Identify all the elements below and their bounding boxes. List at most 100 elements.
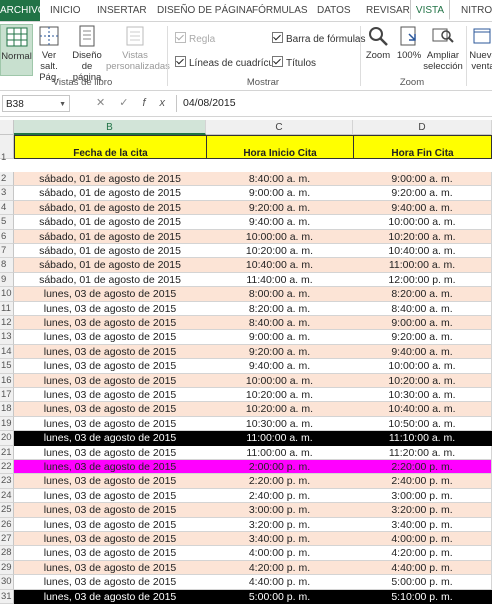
cell-hora-fin[interactable]: 11:00:00 a. m.: [353, 258, 492, 273]
row-number[interactable]: 2: [0, 172, 14, 187]
cell-hora-fin[interactable]: 12:00:00 p. m.: [353, 272, 492, 288]
row-number[interactable]: 19: [0, 416, 14, 432]
row-number[interactable]: 18: [0, 402, 14, 417]
cell-fecha[interactable]: sábado, 01 de agosto de 2015: [14, 229, 207, 244]
tab-archivo[interactable]: ARCHIVO: [0, 0, 46, 21]
cell-hora-inicio[interactable]: 2:00:00 p. m.: [206, 460, 354, 475]
cell-fecha[interactable]: lunes, 03 de agosto de 2015: [14, 344, 207, 360]
cell-hora-inicio[interactable]: 2:20:00 p. m.: [206, 474, 354, 489]
cell-hora-fin[interactable]: 10:20:00 a. m.: [353, 229, 492, 244]
cell-hora-inicio[interactable]: 8:20:00 a. m.: [206, 301, 354, 316]
row-number[interactable]: 9: [0, 272, 14, 288]
cell-hora-inicio[interactable]: 9:20:00 a. m.: [206, 344, 354, 360]
cell-hora-inicio[interactable]: 4:40:00 p. m.: [206, 575, 354, 590]
cell-fecha[interactable]: lunes, 03 de agosto de 2015: [14, 532, 207, 547]
cell-hora-fin[interactable]: 10:40:00 a. m.: [353, 244, 492, 259]
cell-fecha[interactable]: lunes, 03 de agosto de 2015: [14, 330, 207, 345]
cell-hora-fin[interactable]: 8:20:00 a. m.: [353, 287, 492, 302]
row-number[interactable]: 13: [0, 330, 14, 345]
row-number[interactable]: 29: [0, 560, 14, 576]
cell-hora-inicio[interactable]: 10:00:00 a. m.: [206, 229, 354, 244]
cell-hora-fin[interactable]: 8:40:00 a. m.: [353, 301, 492, 316]
tab-datos[interactable]: DATOS: [317, 0, 351, 21]
cancel-icon[interactable]: ✕: [96, 97, 119, 109]
row-number[interactable]: 22: [0, 460, 14, 475]
zoom-selection-button[interactable]: Ampliar selección: [423, 24, 463, 72]
cell-hora-inicio[interactable]: 8:40:00 a. m.: [206, 316, 354, 331]
row-number[interactable]: 4: [0, 200, 14, 216]
cell-hora-fin[interactable]: 10:50:00 a. m.: [353, 416, 492, 432]
cell-hora-fin[interactable]: 11:10:00 a. m.: [353, 431, 492, 446]
gridlines-checkbox[interactable]: Líneas de cuadrícula: [175, 56, 282, 69]
row-number[interactable]: 24: [0, 488, 14, 504]
cell-fecha[interactable]: sábado, 01 de agosto de 2015: [14, 244, 207, 259]
row-number[interactable]: 1: [0, 135, 14, 163]
cell-fecha[interactable]: lunes, 03 de agosto de 2015: [14, 301, 207, 316]
cell-hora-fin[interactable]: 9:20:00 a. m.: [353, 186, 492, 201]
column-header-b[interactable]: B: [14, 120, 206, 135]
cell-hora-inicio[interactable]: 2:40:00 p. m.: [206, 488, 354, 504]
cell-hora-inicio[interactable]: 3:20:00 p. m.: [206, 517, 354, 532]
formula-input[interactable]: 04/08/2015: [176, 95, 492, 112]
row-number[interactable]: 6: [0, 229, 14, 244]
cell-fecha[interactable]: lunes, 03 de agosto de 2015: [14, 460, 207, 475]
cell-fecha[interactable]: lunes, 03 de agosto de 2015: [14, 575, 207, 590]
cell-hora-inicio[interactable]: 11:00:00 a. m.: [206, 431, 354, 446]
cell-fecha[interactable]: sábado, 01 de agosto de 2015: [14, 200, 207, 216]
cell-hora-fin[interactable]: 10:00:00 a. m.: [353, 359, 492, 374]
cell-fecha[interactable]: sábado, 01 de agosto de 2015: [14, 172, 207, 187]
header-fecha-cita[interactable]: Fecha de la cita: [14, 135, 207, 159]
cell-fecha[interactable]: sábado, 01 de agosto de 2015: [14, 272, 207, 288]
formula-bar-checkbox[interactable]: Barra de fórmulas: [272, 32, 365, 45]
cell-hora-fin[interactable]: 9:00:00 a. m.: [353, 172, 492, 187]
cell-hora-fin[interactable]: 9:40:00 a. m.: [353, 344, 492, 360]
row-number[interactable]: 27: [0, 532, 14, 547]
new-window-button[interactable]: Nueva venta: [468, 24, 492, 72]
cell-hora-inicio[interactable]: 9:40:00 a. m.: [206, 215, 354, 230]
cell-hora-inicio[interactable]: 10:00:00 a. m.: [206, 373, 354, 388]
cell-hora-fin[interactable]: 5:00:00 p. m.: [353, 575, 492, 590]
page-layout-button[interactable]: Diseño de página: [68, 24, 106, 83]
cell-hora-fin[interactable]: 5:10:00 p. m.: [353, 589, 492, 604]
cell-fecha[interactable]: lunes, 03 de agosto de 2015: [14, 431, 207, 446]
enter-icon[interactable]: ✓: [119, 97, 142, 109]
row-number[interactable]: 10: [0, 287, 14, 302]
page-break-preview-button[interactable]: Ver salt. Pág.: [32, 24, 66, 83]
cell-hora-fin[interactable]: 2:20:00 p. m.: [353, 460, 492, 475]
column-header-c[interactable]: C: [206, 120, 353, 135]
cell-hora-fin[interactable]: 9:00:00 a. m.: [353, 316, 492, 331]
cell-hora-inicio[interactable]: 4:20:00 p. m.: [206, 560, 354, 576]
cell-hora-inicio[interactable]: 10:20:00 a. m.: [206, 388, 354, 403]
cell-fecha[interactable]: lunes, 03 de agosto de 2015: [14, 445, 207, 460]
cell-hora-fin[interactable]: 9:20:00 a. m.: [353, 330, 492, 345]
cell-hora-fin[interactable]: 10:20:00 a. m.: [353, 373, 492, 388]
header-hora-inicio[interactable]: Hora Inicio Cita: [206, 135, 354, 159]
cell-hora-inicio[interactable]: 3:00:00 p. m.: [206, 503, 354, 518]
row-number[interactable]: 15: [0, 359, 14, 374]
row-number[interactable]: 21: [0, 445, 14, 460]
tab-vista[interactable]: VISTA: [410, 0, 450, 20]
cell-fecha[interactable]: lunes, 03 de agosto de 2015: [14, 373, 207, 388]
cell-hora-inicio[interactable]: 5:00:00 p. m.: [206, 589, 354, 604]
tab-diseno-pagina[interactable]: DISEÑO DE PÁGINA: [157, 0, 253, 21]
chevron-down-icon[interactable]: ▼: [59, 96, 66, 113]
cell-fecha[interactable]: lunes, 03 de agosto de 2015: [14, 316, 207, 331]
name-box[interactable]: B38 ▼: [2, 95, 70, 112]
cell-fecha[interactable]: lunes, 03 de agosto de 2015: [14, 416, 207, 432]
cell-hora-inicio[interactable]: 10:20:00 a. m.: [206, 402, 354, 417]
cell-hora-inicio[interactable]: 9:00:00 a. m.: [206, 186, 354, 201]
row-number[interactable]: 28: [0, 546, 14, 561]
cell-hora-inicio[interactable]: 8:00:00 a. m.: [206, 287, 354, 302]
cell-hora-fin[interactable]: 3:00:00 p. m.: [353, 488, 492, 504]
cell-fecha[interactable]: lunes, 03 de agosto de 2015: [14, 287, 207, 302]
row-number[interactable]: 3: [0, 186, 14, 201]
cell-hora-inicio[interactable]: 8:40:00 a. m.: [206, 172, 354, 187]
zoom-100-button[interactable]: 100%: [395, 24, 423, 61]
cell-hora-fin[interactable]: 10:00:00 a. m.: [353, 215, 492, 230]
cell-hora-fin[interactable]: 3:20:00 p. m.: [353, 503, 492, 518]
row-number[interactable]: 8: [0, 258, 14, 273]
cell-fecha[interactable]: lunes, 03 de agosto de 2015: [14, 402, 207, 417]
custom-views-button[interactable]: Vistas personalizadas: [106, 24, 170, 72]
row-number[interactable]: 20: [0, 431, 14, 446]
cell-fecha[interactable]: lunes, 03 de agosto de 2015: [14, 589, 207, 604]
